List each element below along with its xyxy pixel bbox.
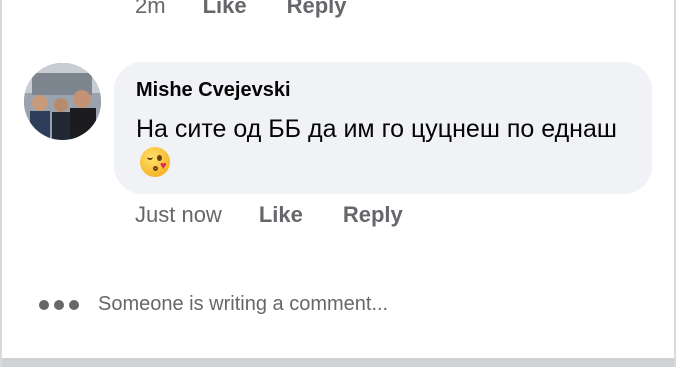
typing-dots-icon	[39, 299, 79, 310]
avatar-photo	[24, 63, 101, 140]
like-button[interactable]: Like	[203, 0, 247, 19]
typing-indicator: Someone is writing a comment...	[39, 293, 388, 316]
comment-bubble[interactable]: Mishe Cvejevski На сите од ББ да им го ц…	[114, 62, 652, 194]
avatar[interactable]	[24, 63, 101, 140]
previous-comment-actions: 2m Like Reply	[135, 0, 347, 19]
comment-timestamp: Just now	[135, 202, 222, 227]
like-button[interactable]: Like	[259, 202, 303, 228]
kissing-wink-icon: ♥	[140, 147, 170, 177]
comment-author[interactable]: Mishe Cvejevski	[136, 79, 291, 102]
reply-button[interactable]: Reply	[287, 0, 347, 19]
reply-button[interactable]: Reply	[343, 202, 403, 228]
comments-panel: 2m Like Reply Mishe Cvejevski На сите од…	[0, 0, 676, 367]
comment-text: На сите од ББ да им го цуцнеш по еднаш ♥	[136, 112, 636, 182]
comment-actions: Just now Like Reply	[135, 202, 403, 228]
divider	[2, 358, 674, 367]
comment-body: На сите од ББ да им го цуцнеш по еднаш	[136, 115, 617, 143]
comment-timestamp: 2m	[135, 0, 166, 18]
typing-text: Someone is writing a comment...	[98, 293, 389, 315]
